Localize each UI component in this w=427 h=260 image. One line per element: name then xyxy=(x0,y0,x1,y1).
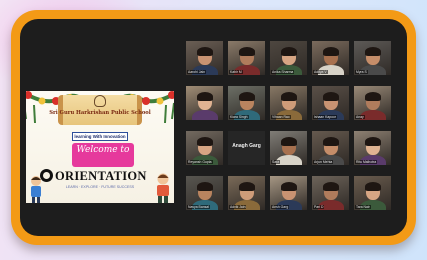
participant-tile[interactable]: Ansh Garg xyxy=(270,176,307,210)
person-hair xyxy=(365,137,381,146)
participant-name: Navya Bansal xyxy=(187,205,210,209)
participant-tile[interactable]: Aarohi Jain xyxy=(186,41,223,75)
participant-name: Pari D xyxy=(313,205,325,209)
person-hair xyxy=(323,92,339,101)
school-crest-icon xyxy=(94,95,106,107)
participant-tile[interactable]: Kabir M xyxy=(228,41,265,75)
participant-tile[interactable]: Myra S xyxy=(354,41,391,75)
participant-name: Kabir M xyxy=(229,70,243,74)
person-hair xyxy=(281,182,297,191)
participant-name: Arjun Mehta xyxy=(313,160,334,164)
orientation-heading: ORIENTATION xyxy=(40,169,158,183)
person-hair xyxy=(239,47,255,56)
school-name: Sri Guru Harkrishan Public School xyxy=(49,110,151,116)
participant-tile[interactable]: Arjun Mehta xyxy=(312,131,349,165)
participant-name: Myra S xyxy=(355,70,368,74)
person-hair xyxy=(197,47,213,56)
person-hair xyxy=(281,137,297,146)
participant-tile[interactable]: Sara xyxy=(270,131,307,165)
person-hair xyxy=(365,47,381,56)
video-call-screen: Sri Guru Harkrishan Public School learni… xyxy=(20,19,407,236)
orientation-rest: RIENTATION xyxy=(65,169,147,183)
person-body xyxy=(192,110,218,120)
participant-name: Aarohi Jain xyxy=(187,70,206,74)
participant-tile[interactable]: Anay xyxy=(354,86,391,120)
participant-tile[interactable]: Ishaan Kapoor xyxy=(312,86,349,120)
participant-name: Ritu Malhotra xyxy=(355,160,378,164)
participant-name: Ansh Garg xyxy=(271,205,290,209)
participant-name: Anay xyxy=(355,115,365,119)
person-hair xyxy=(281,92,297,101)
participant-tile[interactable]: Anika Sharma xyxy=(270,41,307,75)
person-hair xyxy=(197,137,213,146)
person-hair xyxy=(323,137,339,146)
participant-name: Kiara Singh xyxy=(229,115,249,119)
person-hair xyxy=(239,92,255,101)
participant-tile[interactable]: Aditya V xyxy=(312,41,349,75)
welcome-line-1: Welcome to xyxy=(76,145,130,155)
orientation-subline: LEARN · EXPLORE · FUTURE SUCCESS xyxy=(65,185,135,189)
participant-tile[interactable]: Advik Jain xyxy=(228,176,265,210)
person-hair xyxy=(323,182,339,191)
person-hair xyxy=(197,92,213,101)
participant-tile[interactable]: Tara Nair xyxy=(354,176,391,210)
participant-tile[interactable]: Pari D xyxy=(312,176,349,210)
welcome-banner: Welcome to xyxy=(72,143,134,167)
shared-slide: Sri Guru Harkrishan Public School learni… xyxy=(26,91,174,203)
person-hair xyxy=(239,182,255,191)
participant-name: Anika Sharma xyxy=(271,70,295,74)
participant-name: Reyansh Gupta xyxy=(187,160,213,164)
tagline: learning With Innovation xyxy=(72,132,128,141)
participant-tile[interactable] xyxy=(186,86,223,120)
cartoon-kid-right-icon xyxy=(157,173,169,203)
participant-name: Ishaan Kapoor xyxy=(313,115,338,119)
person-hair xyxy=(365,92,381,101)
participant-name: Advik Jain xyxy=(229,205,247,209)
participant-name: Aditya V xyxy=(313,70,328,74)
participant-tile[interactable]: Navya Bansal xyxy=(186,176,223,210)
person-hair xyxy=(365,182,381,191)
cartoon-kid-left-icon xyxy=(31,176,41,203)
participant-tile[interactable]: Vihaan Rao xyxy=(270,86,307,120)
participant-tile[interactable]: Ritu Malhotra xyxy=(354,131,391,165)
participant-tile[interactable]: Reyansh Gupta xyxy=(186,131,223,165)
participant-name: Sara xyxy=(271,160,281,164)
person-hair xyxy=(323,47,339,56)
participant-name: Vihaan Rao xyxy=(271,115,291,119)
participant-name-centered: Anagh Garg xyxy=(232,143,261,149)
participant-name: Tara Nair xyxy=(355,205,371,209)
orientation-initial: O xyxy=(55,169,66,183)
person-hair xyxy=(197,182,213,191)
participant-tile-no-video[interactable]: Anagh Garg xyxy=(228,131,265,165)
rounded-orange-frame: Sri Guru Harkrishan Public School learni… xyxy=(11,10,416,245)
person-hair xyxy=(281,47,297,56)
participant-tile[interactable]: Kiara Singh xyxy=(228,86,265,120)
